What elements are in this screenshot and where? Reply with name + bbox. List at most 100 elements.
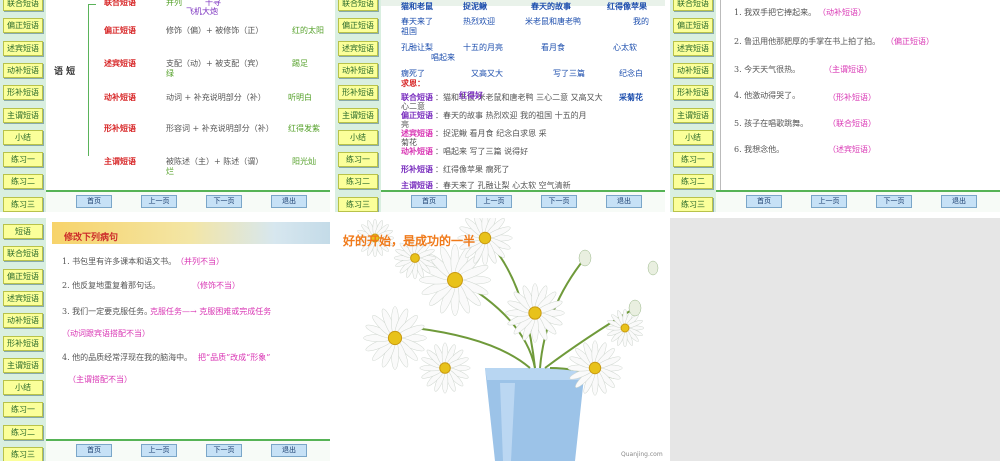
- daisy-flower: [505, 283, 565, 343]
- exercise-answer: （联合短语）: [828, 119, 876, 128]
- list-item: 春天的故事: [531, 1, 571, 11]
- sidebar-item[interactable]: 联合短语: [338, 0, 378, 11]
- next-button[interactable]: 下一页: [541, 195, 577, 208]
- list-item: 求恩：: [401, 78, 425, 88]
- sidebar-item[interactable]: 练习二: [338, 174, 378, 190]
- next-button[interactable]: 下一页: [206, 444, 242, 457]
- sidebar-item[interactable]: 动补短语: [338, 62, 378, 78]
- slide-phrase-summary: 联合短语 偏正短语 述宾短语 动补短语 形补短语 主谓短语 小结 练习一 练习二 练习三 语 短 …: [0, 0, 330, 212]
- sidebar-item[interactable]: 练习三: [3, 196, 43, 212]
- row-name-3: 动补短语: [104, 92, 136, 102]
- sidebar: 联合短语偏正短语述宾短语动补短语形补短语主谓短语小结练习一练习二练习三: [335, 0, 381, 212]
- exit-button[interactable]: 退出: [606, 195, 642, 208]
- sidebar-item[interactable]: 练习三: [3, 447, 43, 461]
- exit-button[interactable]: 退出: [271, 195, 307, 208]
- sidebar-item[interactable]: 练习二: [3, 424, 43, 440]
- sidebar-item[interactable]: 偏正短语: [673, 18, 713, 34]
- sidebar-item[interactable]: 小结: [3, 129, 43, 145]
- fix-correction: 克服任务—→ 克服困难或完成任务: [150, 307, 272, 316]
- next-button[interactable]: 下一页: [206, 195, 242, 208]
- slogan-text: 好的开始，是成功的一半: [343, 234, 476, 248]
- sidebar-item[interactable]: 小结: [673, 129, 713, 145]
- sidebar-item[interactable]: 述宾短语: [3, 40, 43, 56]
- sidebar-item[interactable]: 主谓短语: [673, 107, 713, 123]
- row-example-2: 踢足: [292, 59, 308, 68]
- row-example-3: 听明白: [288, 93, 312, 102]
- sidebar-item[interactable]: 联合短语: [3, 0, 43, 11]
- list-item: 猫和老鼠: [401, 1, 433, 11]
- sidebar-item[interactable]: 偏正短语: [3, 268, 43, 284]
- sidebar-item[interactable]: 联合短语: [673, 0, 713, 11]
- row-formula-1: 修饰（偏）+ 被修饰（正）: [166, 26, 264, 35]
- answer-text: ：红得像苹果 瘸死了: [435, 165, 510, 174]
- sidebar-item[interactable]: 动补短语: [673, 62, 713, 78]
- prev-button[interactable]: 上一页: [141, 444, 177, 457]
- daisy-flower: [567, 340, 623, 396]
- sidebar-item[interactable]: 偏正短语: [338, 18, 378, 34]
- slide-daisy-photo: 好的开始，是成功的一半 Quanjing.com: [335, 218, 665, 461]
- exercise-question: 4. 他激动得哭了。: [734, 91, 801, 100]
- answer-text: ：春天的故事 热烈欢迎 我的祖国 十五的月: [435, 111, 587, 120]
- sidebar-item[interactable]: 主谓短语: [3, 357, 43, 373]
- sidebar-item[interactable]: 练习二: [3, 174, 43, 190]
- sidebar-item[interactable]: 述宾短语: [3, 290, 43, 306]
- nav-bar: 首页 上一页 下一页 退出: [46, 190, 330, 212]
- sidebar-item[interactable]: 练习二: [673, 174, 713, 190]
- sidebar-item[interactable]: 形补短语: [3, 85, 43, 101]
- list-item: 看月食: [541, 43, 565, 52]
- exercise-answer: （述宾短语）: [828, 145, 876, 154]
- row-example-1: 红的太阳: [292, 26, 324, 35]
- row-example-4: 红得发紫: [288, 124, 320, 133]
- list-item: 唱起来: [431, 53, 455, 62]
- home-button[interactable]: 首页: [76, 444, 112, 457]
- answer-text: ：捉泥鳅 看月食 纪念白求恩 采: [435, 129, 547, 138]
- sidebar-item[interactable]: 动补短语: [3, 313, 43, 329]
- sidebar-item[interactable]: 短语: [3, 224, 43, 239]
- sidebar-item[interactable]: 练习一: [338, 152, 378, 168]
- nav-bar: 首页 上一页 下一页 退出: [46, 439, 330, 461]
- exercise-question: 2. 鲁迅用他那肥厚的手掌在书上拍了拍。: [734, 37, 881, 46]
- list-item: 十五的月亮: [463, 43, 503, 52]
- sidebar-item[interactable]: 练习一: [673, 152, 713, 168]
- home-button[interactable]: 首页: [746, 195, 782, 208]
- slide-phrase-classification: 联合短语偏正短语述宾短语动补短语形补短语主谓短语小结练习一练习二练习三 猫和老鼠…: [335, 0, 665, 212]
- list-item: 心太软: [613, 43, 637, 52]
- sidebar-item[interactable]: 练习三: [338, 196, 378, 212]
- list-item: 米老鼠和唐老鸭: [525, 17, 581, 26]
- sidebar-item[interactable]: 主谓短语: [338, 107, 378, 123]
- sidebar-item[interactable]: 偏正短语: [3, 18, 43, 34]
- sidebar-item[interactable]: 小结: [3, 380, 43, 396]
- sidebar-item[interactable]: 形补短语: [673, 85, 713, 101]
- sidebar-item[interactable]: 联合短语: [3, 246, 43, 262]
- daisy-flower: [363, 306, 427, 370]
- home-button[interactable]: 首页: [76, 195, 112, 208]
- sidebar-item[interactable]: 练习三: [673, 196, 713, 212]
- sidebar-item[interactable]: 述宾短语: [673, 40, 713, 56]
- sidebar-item[interactable]: 练习一: [3, 152, 43, 168]
- sidebar-item[interactable]: 练习一: [3, 402, 43, 418]
- sidebar-item[interactable]: 动补短语: [3, 62, 43, 78]
- fix-answer: （修饰不当）: [192, 281, 240, 290]
- row-name-5: 主谓短语: [104, 156, 136, 166]
- prev-button[interactable]: 上一页: [811, 195, 847, 208]
- sidebar-item[interactable]: 主谓短语: [3, 107, 43, 123]
- exit-button[interactable]: 退出: [271, 444, 307, 457]
- prev-button[interactable]: 上一页: [141, 195, 177, 208]
- sidebar-item[interactable]: 小结: [338, 129, 378, 145]
- next-button[interactable]: 下一页: [876, 195, 912, 208]
- row-name-2: 述宾短语: [104, 58, 136, 68]
- row-name-0: 联合短语: [104, 0, 136, 7]
- exit-button[interactable]: 退出: [941, 195, 977, 208]
- prev-button[interactable]: 上一页: [476, 195, 512, 208]
- exercise-answer: （形补短语）: [828, 93, 876, 102]
- exercise-question: 5. 孩子在唱歌跳舞。: [734, 119, 809, 128]
- row-formula-2: 支配（动）+ 被支配（宾）: [166, 59, 264, 68]
- sidebar-item[interactable]: 形补短语: [3, 335, 43, 351]
- sidebar-item[interactable]: 形补短语: [338, 85, 378, 101]
- answer-mark: 采菊花: [619, 92, 643, 102]
- sidebar-item[interactable]: 述宾短语: [338, 40, 378, 56]
- empty-slide: [670, 218, 1000, 461]
- daisy-bouquet-image: [335, 218, 665, 461]
- home-button[interactable]: 首页: [411, 195, 447, 208]
- nav-bar: 首页 上一页 下一页 退出: [716, 190, 1000, 212]
